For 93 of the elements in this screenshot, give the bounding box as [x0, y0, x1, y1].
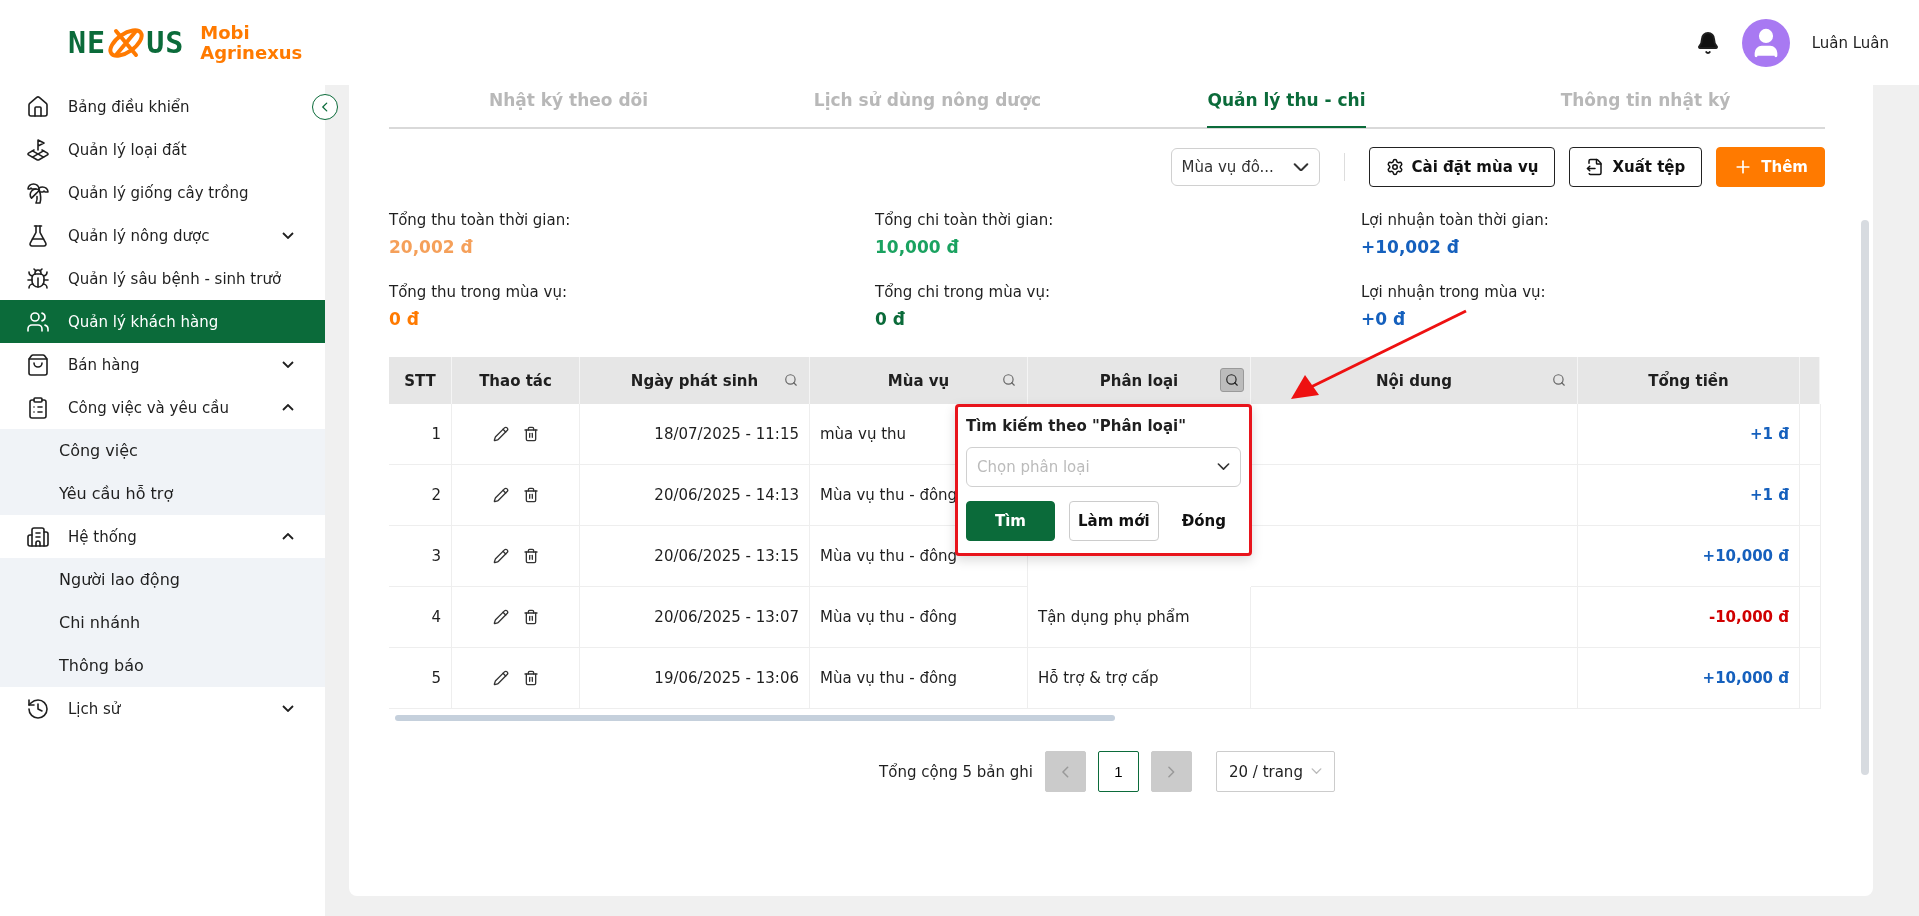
- chevron-down-icon: [1310, 768, 1322, 775]
- chevron-left-icon: [322, 102, 328, 112]
- table-cell: +1 đ: [1578, 465, 1800, 526]
- palm-tree-icon: [26, 180, 50, 205]
- pencil-icon[interactable]: [492, 548, 509, 564]
- file-export-icon: [1586, 158, 1605, 176]
- summary-label: Tổng thu trong mùa vụ:: [389, 283, 568, 301]
- scrollbar[interactable]: [395, 715, 1115, 721]
- sidebar-subitem[interactable]: Yêu cầu hỗ trợ: [0, 472, 325, 515]
- table-cell: [1800, 404, 1821, 465]
- search-button[interactable]: Tìm: [966, 501, 1055, 541]
- sidebar-subitem[interactable]: Công việc: [0, 429, 325, 472]
- summary-label: Lợi nhuận trong mùa vụ:: [1361, 283, 1547, 301]
- summary-label: Tổng thu toàn thời gian:: [389, 211, 572, 229]
- season-select[interactable]: Mùa vụ đô...: [1170, 148, 1320, 186]
- logo-text: NE: [68, 25, 107, 60]
- table-cell: Tận dụng phụ phẩm: [1028, 587, 1251, 648]
- building-icon: [26, 524, 50, 549]
- pencil-icon[interactable]: [492, 487, 509, 503]
- column-header: Ngày phát sinh: [580, 357, 810, 404]
- summary-value: 10,000 đ: [875, 237, 960, 257]
- table-cell: +10,000 đ: [1578, 526, 1800, 587]
- table-cell: Hỗ trợ & trợ cấp: [1028, 648, 1251, 709]
- column-header: Tổng tiền: [1578, 357, 1800, 404]
- pencil-icon[interactable]: [492, 426, 509, 442]
- table-cell: 20/06/2025 - 14:13: [580, 465, 810, 526]
- sidebar-item[interactable]: Quản lý khách hàng: [0, 300, 325, 343]
- chevron-down-icon: [1292, 162, 1309, 172]
- reset-button[interactable]: Làm mới: [1069, 501, 1159, 541]
- column-header: Nội dung: [1251, 357, 1578, 404]
- clock-icon: [26, 696, 50, 721]
- gear-icon: [1385, 158, 1404, 176]
- brand-name: Mobi: [200, 22, 251, 43]
- summary-value: 0 đ: [389, 309, 420, 329]
- table-cell: 2: [389, 465, 452, 526]
- page-button[interactable]: 1: [1097, 751, 1139, 792]
- page-size-select[interactable]: 20 / trang: [1215, 751, 1335, 792]
- logo-text: US: [146, 25, 185, 60]
- export-button[interactable]: Xuất tệp: [1569, 147, 1703, 187]
- chevron-left-icon: [1062, 765, 1069, 778]
- column-header: STT: [389, 357, 452, 404]
- trash-icon[interactable]: [522, 609, 539, 625]
- table-cell: 18/07/2025 - 11:15: [580, 404, 810, 465]
- column-header: Phân loại: [1028, 357, 1251, 404]
- table-cell: 20/06/2025 - 13:07: [580, 587, 810, 648]
- column-header: Thao tác: [452, 357, 580, 404]
- summary-label: Tổng chi trong mùa vụ:: [875, 283, 1052, 301]
- sidebar-subitem[interactable]: Thông báo: [0, 644, 325, 687]
- chevron-down-icon: [1217, 463, 1230, 471]
- chevron-right-icon: [1168, 765, 1175, 778]
- collapse-button[interactable]: [312, 94, 338, 120]
- column-header: Mùa vụ: [810, 357, 1028, 404]
- land-plot-icon: [26, 137, 50, 162]
- summary-value: +0 đ: [1361, 309, 1407, 329]
- flask-icon: [26, 223, 50, 248]
- clipboard-icon: [26, 395, 50, 420]
- table-cell: 19/06/2025 - 13:06: [580, 648, 810, 709]
- pagination-total: Tổng cộng 5 bản ghi: [879, 762, 1033, 781]
- scrollbar[interactable]: [1861, 220, 1869, 775]
- summary-value: 20,002 đ: [389, 237, 474, 257]
- pencil-icon[interactable]: [492, 670, 509, 686]
- bug-icon: [26, 266, 50, 291]
- table-cell: 4: [389, 587, 452, 648]
- table-cell: +10,000 đ: [1578, 648, 1800, 709]
- column-header: [1800, 357, 1820, 404]
- table-cell: 5: [389, 648, 452, 709]
- bell-icon[interactable]: [1695, 30, 1720, 55]
- summary-value: 0 đ: [875, 309, 906, 329]
- trash-icon[interactable]: [522, 670, 539, 686]
- sidebar-subitem[interactable]: Người lao động: [0, 558, 325, 601]
- shopping-bag-icon: [26, 352, 50, 377]
- search-icon[interactable]: [1220, 368, 1244, 392]
- table-cell: Mùa vụ thu - đông: [810, 587, 1028, 648]
- trash-icon[interactable]: [522, 487, 539, 503]
- brand-name: Agrinexus: [200, 42, 303, 63]
- table-cell: Mùa vụ thu - đông: [810, 648, 1028, 709]
- tab[interactable]: Quản lý thu - chi: [1107, 85, 1466, 127]
- house-icon: [26, 94, 50, 119]
- trash-icon[interactable]: [522, 548, 539, 564]
- sidebar-subitem[interactable]: Chi nhánh: [0, 601, 325, 644]
- pencil-icon[interactable]: [492, 609, 509, 625]
- trash-icon[interactable]: [522, 426, 539, 442]
- table-cell: 20/06/2025 - 13:15: [580, 526, 810, 587]
- summary-label: Tổng chi toàn thời gian:: [875, 211, 1055, 229]
- summary-label: Lợi nhuận toàn thời gian:: [1361, 211, 1550, 229]
- table-cell: -10,000 đ: [1578, 587, 1800, 648]
- table-cell: 1: [389, 404, 452, 465]
- table-cell: 3: [389, 526, 452, 587]
- settings-button[interactable]: Cài đặt mùa vụ: [1368, 147, 1556, 187]
- table-cell: +1 đ: [1578, 404, 1800, 465]
- users-icon: [26, 309, 50, 334]
- summary-value: +10,002 đ: [1361, 237, 1460, 257]
- user-name: Luân Luân: [1811, 33, 1889, 52]
